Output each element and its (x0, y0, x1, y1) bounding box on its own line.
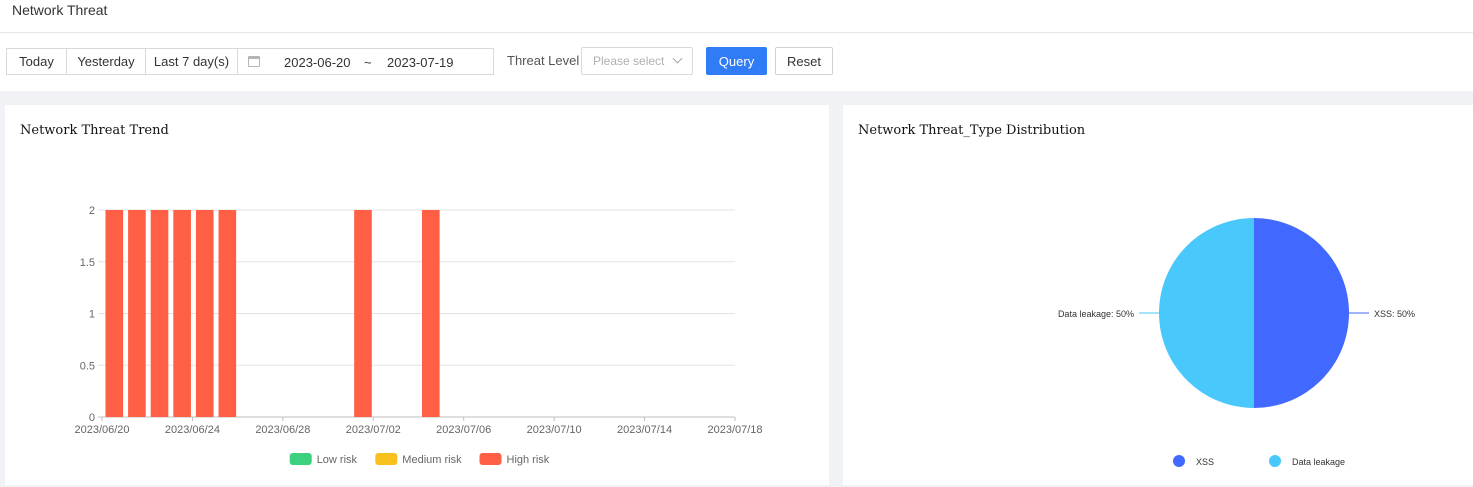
bar (173, 210, 191, 417)
trend-bar-chart: 0 0.5 1 1.5 2 2023/06/20 2023/06/24 2023/06/28 2… (74, 205, 762, 466)
legend-swatch (479, 453, 502, 465)
pie-slice (1254, 218, 1349, 408)
bar (105, 210, 124, 417)
calendar-icon (248, 56, 260, 67)
pie-slice (1159, 218, 1254, 408)
bar (128, 210, 146, 417)
legend-label: XSS (1196, 457, 1214, 467)
threat-level-select[interactable]: Please select (581, 47, 693, 75)
x-tick-label: 2023/07/14 (617, 424, 672, 436)
x-tick-label: 2023/06/28 (255, 424, 310, 436)
x-tick-label: 2023/07/02 (346, 424, 401, 436)
threat-level-label: Threat Level (507, 53, 580, 68)
x-tick-label: 2023/07/18 (707, 424, 762, 436)
page-header: Network Threat (0, 0, 1473, 33)
bar (195, 210, 214, 417)
trend-panel: Network Threat Trend 0 0.5 1 1.5 2 2023/06/20… (5, 105, 829, 485)
date-separator: ~ (364, 55, 372, 70)
pie-slice-label: XSS: 50% (1374, 309, 1415, 319)
bar (354, 210, 372, 417)
x-tick-label: 2023/07/06 (436, 424, 491, 436)
legend-label: Medium risk (402, 454, 462, 466)
legend-label: High risk (507, 454, 550, 466)
y-tick-label: 2 (89, 205, 95, 217)
date-start-input[interactable]: 2023-06-20 (284, 55, 351, 70)
legend-label: Data leakage (1292, 457, 1345, 467)
x-tick-label: 2023/06/20 (74, 424, 129, 436)
reset-button[interactable]: Reset (775, 47, 833, 75)
bar (421, 210, 440, 417)
y-tick-label: 0.5 (80, 360, 95, 372)
legend-swatch (1269, 455, 1281, 467)
bar (218, 210, 237, 417)
bar (150, 210, 169, 417)
legend-label: Low risk (317, 454, 358, 466)
date-range-picker[interactable]: 2023-06-20 ~ 2023-07-19 (237, 48, 494, 75)
x-tick-label: 2023/07/10 (527, 424, 582, 436)
type-distribution-pie-chart: XSS: 50% Data leakage: 50% XSS Data leakage (1058, 218, 1415, 467)
today-button[interactable]: Today (6, 48, 67, 75)
x-tick-label: 2023/06/24 (165, 424, 220, 436)
threat-level-placeholder: Please select (593, 54, 665, 68)
legend-swatch (289, 453, 312, 465)
legend-swatch (1173, 455, 1185, 467)
page-title: Network Threat (12, 2, 108, 18)
y-tick-label: 1.5 (80, 257, 95, 269)
yesterday-button[interactable]: Yesterday (66, 48, 146, 75)
query-button[interactable]: Query (706, 47, 767, 75)
y-tick-label: 1 (89, 309, 95, 321)
legend-swatch (375, 453, 398, 465)
distribution-panel: Network Threat_Type Distribution XSS: 50… (843, 105, 1473, 485)
filter-bar: Today Yesterday Last 7 day(s) 2023-06-20… (0, 33, 1473, 91)
last-7-days-button[interactable]: Last 7 day(s) (145, 48, 238, 75)
chevron-down-icon (672, 53, 683, 64)
y-tick-label: 0 (89, 412, 95, 424)
pie-slice-label: Data leakage: 50% (1058, 309, 1134, 319)
date-end-input[interactable]: 2023-07-19 (387, 55, 454, 70)
